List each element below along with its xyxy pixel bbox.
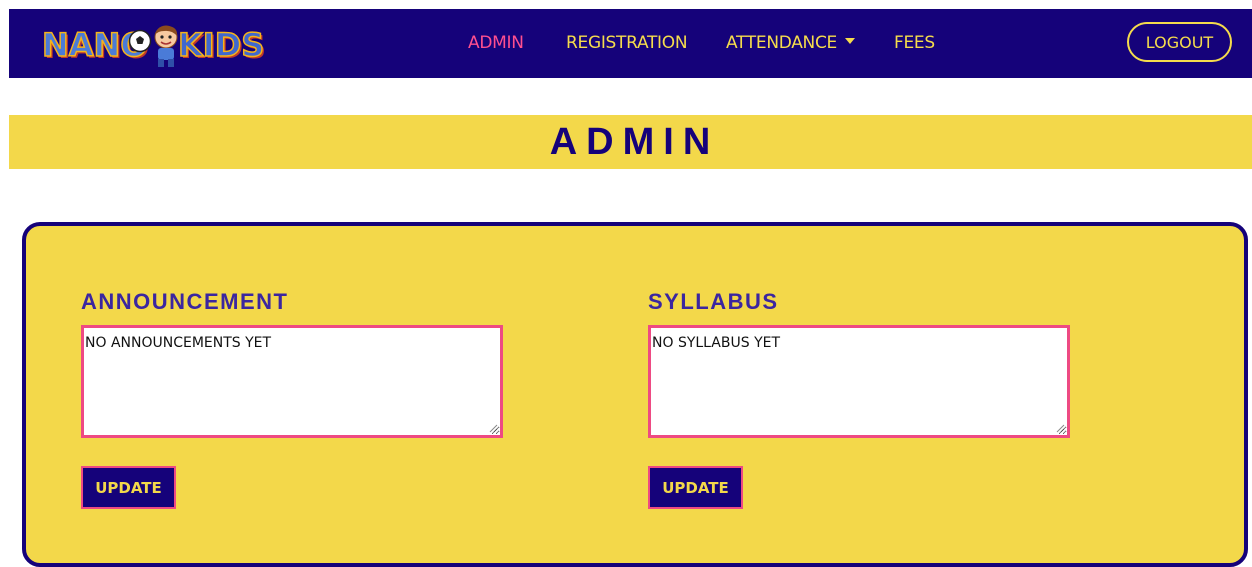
nav-attendance[interactable]: ATTENDANCE	[726, 33, 855, 53]
page-title-band: ADMIN	[9, 115, 1252, 169]
resize-grip-icon[interactable]	[1056, 424, 1065, 433]
caret-down-icon	[845, 38, 855, 44]
nav-fees[interactable]: FEES	[894, 33, 935, 53]
announcement-text: NO ANNOUNCEMENTS YET	[85, 335, 272, 351]
admin-panel: ANNOUNCEMENT NO ANNOUNCEMENTS YET UPDATE…	[22, 222, 1248, 567]
resize-grip-icon[interactable]	[489, 424, 498, 433]
logout-button[interactable]: LOGOUT	[1127, 22, 1232, 62]
announcement-heading: ANNOUNCEMENT	[81, 289, 289, 314]
top-navbar: NANO KIDS ADMIN REGISTRATION ATTENDANCE …	[9, 9, 1252, 78]
syllabus-update-button[interactable]: UPDATE	[648, 466, 743, 509]
syllabus-heading: SYLLABUS	[648, 289, 779, 314]
announcement-textarea[interactable]: NO ANNOUNCEMENTS YET	[81, 325, 503, 438]
announcement-update-button[interactable]: UPDATE	[81, 466, 176, 509]
syllabus-textarea[interactable]: NO SYLLABUS YET	[648, 325, 1070, 438]
nav-links: ADMIN REGISTRATION ATTENDANCE FEES	[9, 9, 1252, 78]
nav-attendance-label: ATTENDANCE	[726, 33, 837, 53]
page-title: ADMIN	[549, 120, 720, 163]
nav-registration[interactable]: REGISTRATION	[566, 33, 688, 53]
syllabus-text: NO SYLLABUS YET	[652, 335, 781, 351]
nav-admin[interactable]: ADMIN	[468, 33, 524, 53]
